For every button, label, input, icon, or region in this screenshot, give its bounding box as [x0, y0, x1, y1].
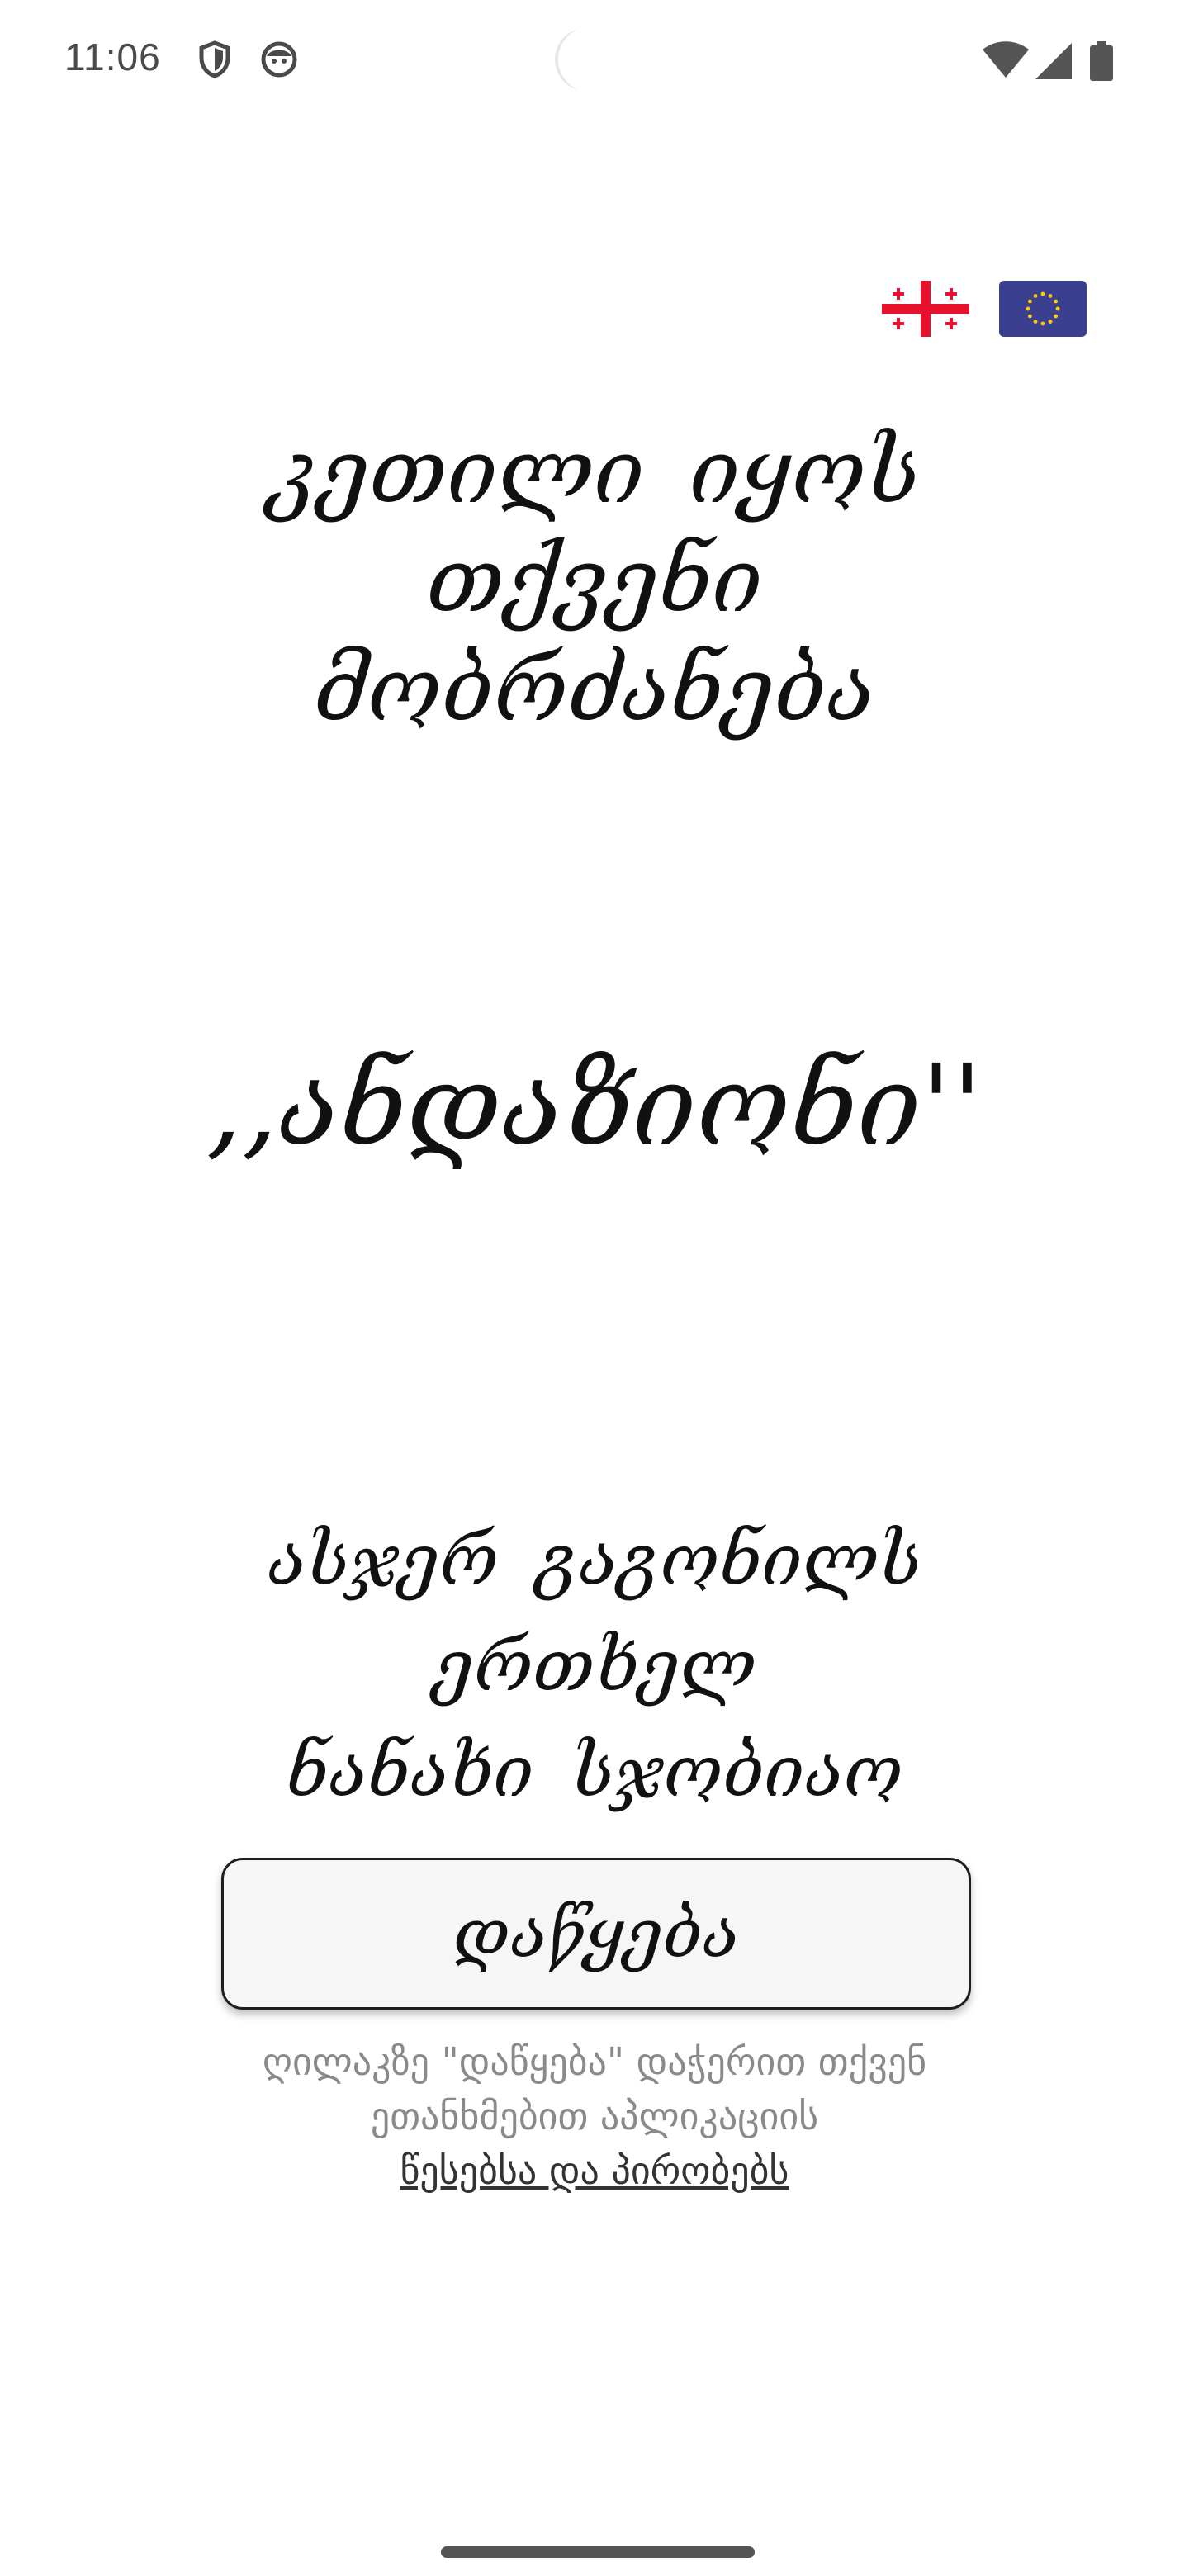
smiley-face-icon	[259, 40, 299, 79]
terms-link[interactable]: წესებსა და პირობებს	[149, 2143, 1040, 2198]
eu-flag-icon	[999, 281, 1087, 337]
wifi-icon	[983, 41, 1029, 79]
shield-icon	[195, 40, 234, 79]
welcome-line-1: კეთილი იყოს თქვენი	[268, 420, 921, 632]
status-time: 11:06	[64, 36, 161, 78]
tagline: ასჯერ გაგონილს ერთხელ ნანახი სჯობიაო	[132, 1508, 1057, 1825]
welcome-line-2: მობრძანება	[314, 638, 875, 741]
camera-cutout	[555, 28, 618, 91]
georgian-flag-button[interactable]	[882, 281, 969, 337]
tagline-line-2: ნანახი სჯობიაო	[286, 1731, 903, 1813]
status-bar: 11:06	[0, 0, 1189, 124]
terms-notice: ღილაკზე "დაწყება" დაჭერით თქვენ ეთანხმებ…	[149, 2034, 1040, 2198]
terms-line-1: ღილაკზე "დაწყება" დაჭერით თქვენ	[262, 2039, 927, 2084]
gesture-navigation-bar[interactable]	[441, 2546, 755, 2558]
start-button-label: დაწყება	[452, 1894, 740, 1973]
welcome-heading: კეთილი იყოს თქვენი მობრძანება	[99, 418, 1090, 745]
tagline-line-1: ასჯერ გაგონილს ერთხელ	[267, 1519, 922, 1707]
eu-flag-button[interactable]	[999, 281, 1087, 337]
start-button[interactable]: დაწყება	[221, 1858, 971, 2010]
app-name: ,,ანდაზიონი''	[206, 1041, 983, 1172]
terms-line-2: ეთანხმებით აპლიკაციის	[370, 2094, 819, 2138]
battery-icon	[1090, 41, 1113, 81]
cellular-signal-icon	[1035, 43, 1072, 79]
georgian-flag-icon	[882, 281, 969, 337]
